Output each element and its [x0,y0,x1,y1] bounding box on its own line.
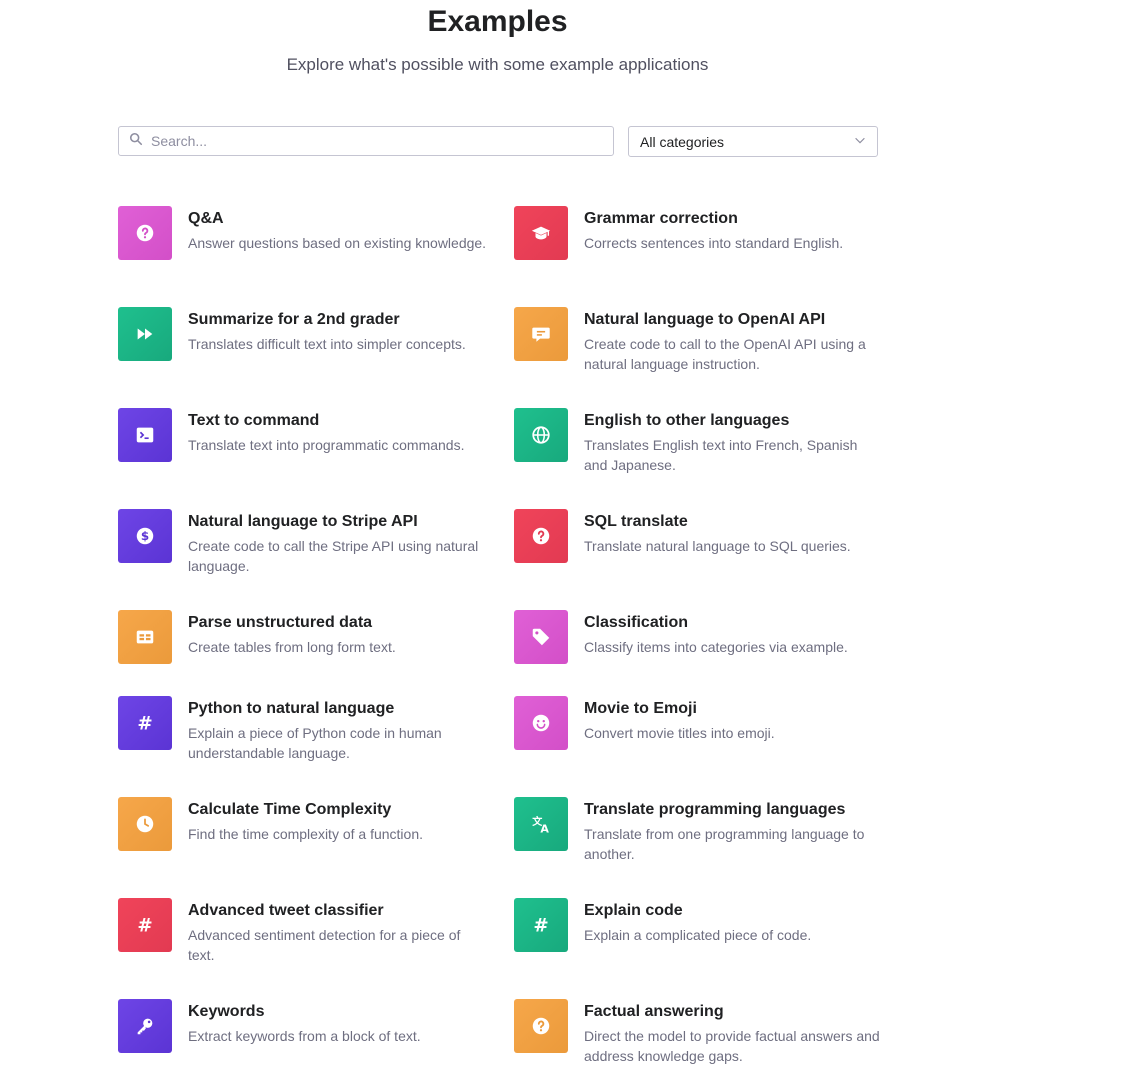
example-title: Keywords [188,1003,265,1020]
example-description: Explain a complicated piece of code. [584,927,812,943]
example-description: Translates difficult text into simpler c… [188,336,466,352]
example-title: Q&A [188,210,224,227]
example-title: Natural language to Stripe API [188,513,418,530]
example-card[interactable]: Summarize for a 2nd grader Translates dif… [118,307,488,397]
example-title: SQL translate [584,513,688,530]
svg-text:A: A [540,822,549,835]
example-card[interactable]: Grammar correction Corrects sentences int… [514,206,884,296]
example-card[interactable]: # Explain code Explain a complicated piece… [514,898,884,988]
key-icon [118,999,172,1053]
example-title: Factual answering [584,1003,724,1020]
example-title: Grammar correction [584,210,738,227]
question-circle-icon [118,206,172,260]
question-circle-icon [514,509,568,563]
example-description: Corrects sentences into standard English… [584,235,844,251]
example-card[interactable]: Natural language to OpenAI API Create cod… [514,307,884,397]
example-card[interactable]: # Python to natural language Explain a pie… [118,696,488,786]
svg-text:#: # [533,915,548,936]
question-circle-icon [514,999,568,1053]
example-title: Text to command [188,412,320,429]
example-card[interactable]: Classification Classify items into catego… [514,610,884,700]
dollar-circle-icon: $ [118,509,172,563]
example-description: Translate natural language to SQL querie… [584,538,851,554]
tag-icon [514,610,568,664]
example-title: Natural language to OpenAI API [584,311,826,328]
example-title: Summarize for a 2nd grader [188,311,400,328]
translate-icon: 文A [514,797,568,851]
example-description: Advanced sentiment detection for a piece… [188,927,461,963]
example-description: Translate text into programmatic command… [188,437,465,453]
example-title: Movie to Emoji [584,700,697,717]
example-card[interactable]: Calculate Time Complexity Find the time c… [118,797,488,887]
example-description: Create code to call to the OpenAI API us… [584,336,866,372]
example-description: Extract keywords from a block of text. [188,1028,421,1044]
fast-forward-icon [118,307,172,361]
example-card[interactable]: Movie to Emoji Convert movie titles into … [514,696,884,786]
example-description: Create code to call the Stripe API using… [188,538,479,574]
svg-text:#: # [137,713,152,734]
example-title: Calculate Time Complexity [188,801,392,818]
example-card[interactable]: Q&A Answer questions based on existing kn… [118,206,488,296]
example-description: Classify items into categories via examp… [584,639,848,655]
example-card[interactable]: English to other languages Translates Eng… [514,408,884,498]
example-card[interactable]: Factual answering Direct the model to pro… [514,999,884,1089]
example-card[interactable]: Parse unstructured data Create tables fro… [118,610,488,700]
example-description: Find the time complexity of a function. [188,826,423,842]
example-title: English to other languages [584,412,790,429]
hashtag-icon: # [514,898,568,952]
chat-bubble-icon [514,307,568,361]
page-title: Examples [427,5,568,38]
svg-text:$: $ [141,529,149,543]
hashtag-icon: # [118,696,172,750]
example-card[interactable]: $ Natural language to Stripe API Create co… [118,509,488,599]
example-description: Direct the model to provide factual answ… [584,1028,880,1064]
category-select-value: All categories [640,133,725,150]
hashtag-icon: # [118,898,172,952]
graduation-cap-icon [514,206,568,260]
example-card[interactable]: SQL translate Translate natural language … [514,509,884,599]
example-card[interactable]: Text to command Translate text into progr… [118,408,488,498]
example-description: Translate from one programming language … [584,826,865,862]
table-icon [118,610,172,664]
example-title: Advanced tweet classifier [188,902,384,919]
clock-icon [118,797,172,851]
example-card[interactable]: Keywords Extract keywords from a block of… [118,999,488,1089]
example-description: Translates English text into French, Spa… [584,437,858,473]
example-description: Convert movie titles into emoji. [584,725,775,741]
globe-icon [514,408,568,462]
example-description: Answer questions based on existing knowl… [188,235,487,251]
example-description: Explain a piece of Python code in human … [188,725,442,761]
example-description: Create tables from long form text. [188,639,396,655]
example-title: Python to natural language [188,700,395,717]
example-card[interactable]: # Advanced tweet classifier Advanced senti… [118,898,488,988]
search-box[interactable] [118,126,614,156]
smiley-icon [514,696,568,750]
example-card[interactable]: 文 A Translate programming languages Transla… [514,797,884,887]
terminal-icon [118,408,172,462]
example-title: Classification [584,614,689,631]
svg-text:#: # [137,915,152,936]
search-input[interactable] [151,133,591,149]
example-title: Explain code [584,902,683,919]
example-title: Translate programming languages [584,801,846,818]
chevron-down-icon [853,133,867,150]
search-icon [129,132,151,151]
example-title: Parse unstructured data [188,614,373,631]
category-select[interactable]: All categories [628,126,878,157]
page-subtitle: Explore what's possible with some exampl… [286,55,709,74]
